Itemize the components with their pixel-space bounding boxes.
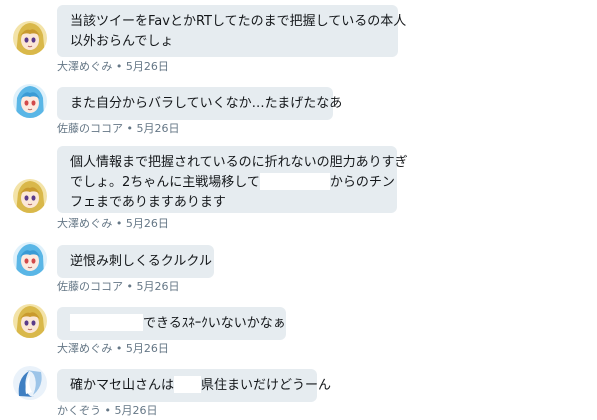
sender-name[interactable]: 佐藤のココア (57, 122, 123, 135)
message-text-line-2: 以外おらんでしょ (70, 34, 174, 49)
message-meta: 大澤めぐみ • 5月26日 (57, 60, 169, 73)
blue-hair-anime-girl-avatar[interactable] (13, 242, 47, 276)
message-text-segment: 県住まいだけどうーん (201, 378, 332, 393)
message-date[interactable]: 5月26日 (126, 217, 169, 230)
meta-separator: • (115, 217, 123, 230)
message-text-segment: できるｽﾈｰｸいないかなぁ (143, 316, 286, 331)
message-meta: 大澤めぐみ • 5月26日 (57, 217, 169, 230)
message-date[interactable]: 5月26日 (115, 404, 158, 417)
meta-separator: • (115, 60, 123, 73)
message-bubble[interactable]: 当該ツイーをFavとかRTしてたのまで把握しているの本人 以外おらんでしょ (57, 5, 407, 57)
message-text-line-1: できるｽﾈｰｸいないかなぁ (70, 314, 286, 334)
message-date[interactable]: 5月26日 (137, 122, 180, 135)
meta-separator: • (126, 122, 134, 135)
message-text-line-2: でしょ。2ちゃんに主戦場移して からのチン (70, 173, 395, 193)
message-text-line-3: フェまでありますあります (70, 195, 226, 210)
message-text-line-1: また自分からバラしていくなか…たまげたなあ (70, 96, 343, 111)
message-bubble[interactable]: 個人情報まで把握されているのに折れないの胆力ありすぎ でしょ。2ちゃんに主戦場移… (57, 146, 408, 213)
message-meta: 佐藤のココア • 5月26日 (57, 280, 180, 293)
redacted-block (174, 376, 202, 393)
sender-name[interactable]: 大澤めぐみ (57, 60, 112, 73)
message-text-segment: 確かマセ山さんは (70, 378, 175, 393)
sender-name[interactable]: 大澤めぐみ (57, 217, 112, 230)
message-text-line-1: 個人情報まで把握されているのに折れないの胆力ありすぎ (70, 155, 408, 170)
meta-separator: • (104, 404, 112, 417)
message-date[interactable]: 5月26日 (137, 280, 180, 293)
message-text-line-1: 確かマセ山さんは 県住まいだけどうーん (70, 376, 331, 396)
blonde-anime-girl-avatar[interactable] (13, 179, 47, 213)
dm-conversation: 当該ツイーをFavとかRTしてたのまで把握しているの本人 以外おらんでしょ 大澤… (0, 0, 597, 420)
message-bubble[interactable]: また自分からバラしていくなか…たまげたなあ (57, 87, 343, 120)
message-bubble[interactable]: 逆恨み刺しくるクルクル (57, 245, 214, 278)
message-text-segment: でしょ。2ちゃんに主戦場移して (70, 175, 260, 190)
sender-name[interactable]: かくぞう (57, 404, 101, 417)
sender-name[interactable]: 佐藤のココア (57, 280, 123, 293)
meta-separator: • (115, 342, 123, 355)
message-text-segment: からのチン (329, 175, 395, 190)
blonde-anime-girl-avatar[interactable] (13, 304, 47, 338)
sender-name[interactable]: 大澤めぐみ (57, 342, 112, 355)
message-meta: かくぞう • 5月26日 (57, 404, 158, 417)
message-text-line-1: 当該ツイーをFavとかRTしてたのまで把握しているの本人 (70, 14, 407, 29)
message-meta: 佐藤のココア • 5月26日 (57, 122, 180, 135)
message-bubble[interactable]: できるｽﾈｰｸいないかなぁ (57, 307, 286, 340)
redacted-block (259, 173, 330, 190)
message-date[interactable]: 5月26日 (126, 342, 169, 355)
message-meta: 大澤めぐみ • 5月26日 (57, 342, 169, 355)
meta-separator: • (126, 280, 134, 293)
blue-white-swirl-avatar[interactable] (13, 366, 47, 400)
message-date[interactable]: 5月26日 (126, 60, 169, 73)
message-bubble[interactable]: 確かマセ山さんは 県住まいだけどうーん (57, 369, 331, 402)
message-text-line-1: 逆恨み刺しくるクルクル (70, 254, 212, 269)
redacted-block (70, 314, 143, 331)
blue-hair-anime-girl-avatar[interactable] (13, 84, 47, 118)
blonde-anime-girl-avatar[interactable] (13, 21, 47, 55)
